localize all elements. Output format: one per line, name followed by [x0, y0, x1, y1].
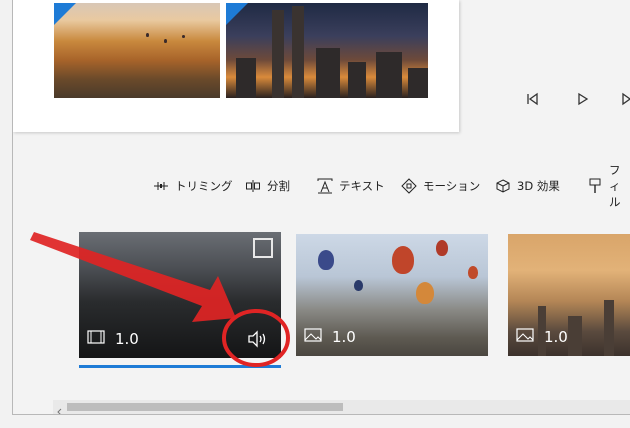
image-icon	[516, 328, 534, 346]
building-shape	[236, 58, 256, 98]
previous-frame-icon[interactable]	[523, 90, 541, 108]
scrollbar-thumb[interactable]	[67, 403, 343, 411]
tower-shape	[292, 6, 304, 98]
split-button[interactable]: 分割	[245, 176, 290, 196]
added-corner-tag	[226, 3, 248, 25]
scroll-left-icon[interactable]	[55, 402, 65, 414]
3d-effects-button[interactable]: 3D 効果	[495, 176, 560, 196]
speaker-icon[interactable]	[247, 330, 269, 348]
filter-icon	[587, 178, 603, 194]
clip-duration-info: 1.0	[516, 328, 568, 346]
trim-icon	[153, 178, 169, 194]
building-shape	[316, 48, 340, 98]
building-shape	[408, 68, 428, 98]
building-shape	[348, 62, 366, 98]
balloon-shape	[436, 240, 448, 256]
clip-duration-info: 1.0	[304, 328, 356, 346]
motion-icon	[401, 178, 417, 194]
trim-label: トリミング	[175, 179, 233, 193]
balloon-shape	[318, 250, 334, 270]
storyboard-clip-image[interactable]: 1.0	[296, 234, 488, 356]
storyboard-toolbar: トリミング 分割 テキスト モーション 3D 効果 フィル	[13, 163, 630, 209]
balloon-shape	[354, 280, 363, 291]
image-icon	[304, 328, 322, 346]
tower-shape	[272, 10, 284, 98]
balloon-dot	[164, 39, 167, 43]
film-icon	[87, 330, 105, 348]
library-thumbnail-cappadocia[interactable]	[54, 3, 220, 98]
building-shape	[376, 52, 402, 98]
storyboard-clip-video[interactable]: 1.0	[79, 232, 281, 358]
clip-duration: 1.0	[544, 328, 568, 346]
storyboard: 1.0 1.0 1.0	[13, 226, 630, 376]
selected-clip-indicator	[79, 365, 281, 368]
filter-button[interactable]: フィル	[587, 163, 630, 209]
project-library-pane	[13, 0, 459, 132]
filter-label: フィル	[609, 163, 621, 209]
building-shape	[568, 316, 582, 356]
text-button[interactable]: テキスト	[317, 176, 385, 196]
3d-effects-label: 3D 効果	[517, 179, 560, 193]
trim-button[interactable]: トリミング	[153, 176, 233, 196]
playback-controls	[523, 90, 630, 110]
split-label: 分割	[267, 179, 290, 193]
balloon-shape	[392, 246, 414, 274]
balloon-dot	[146, 33, 149, 37]
3d-effects-icon	[495, 178, 511, 194]
storyboard-scrollbar[interactable]	[53, 400, 630, 414]
video-editor-window: トリミング 分割 テキスト モーション 3D 効果 フィル 1.0 1.0 1.…	[12, 0, 630, 415]
building-shape	[604, 300, 614, 356]
clip-select-checkbox[interactable]	[253, 238, 273, 258]
balloon-shape	[416, 282, 434, 304]
balloon-shape	[468, 266, 478, 279]
clip-duration: 1.0	[115, 330, 139, 348]
play-icon[interactable]	[573, 90, 591, 108]
split-icon	[245, 178, 261, 194]
text-icon	[317, 178, 333, 194]
motion-button[interactable]: モーション	[401, 176, 480, 196]
added-corner-tag	[54, 3, 76, 25]
balloon-dot	[182, 35, 185, 38]
clip-duration: 1.0	[332, 328, 356, 346]
next-frame-icon[interactable]	[619, 90, 630, 108]
motion-label: モーション	[423, 179, 481, 193]
text-label: テキスト	[339, 179, 385, 193]
clip-duration-info: 1.0	[87, 330, 139, 348]
library-thumbnail-city-night[interactable]	[226, 3, 428, 98]
storyboard-clip-image[interactable]: 1.0	[508, 234, 630, 356]
